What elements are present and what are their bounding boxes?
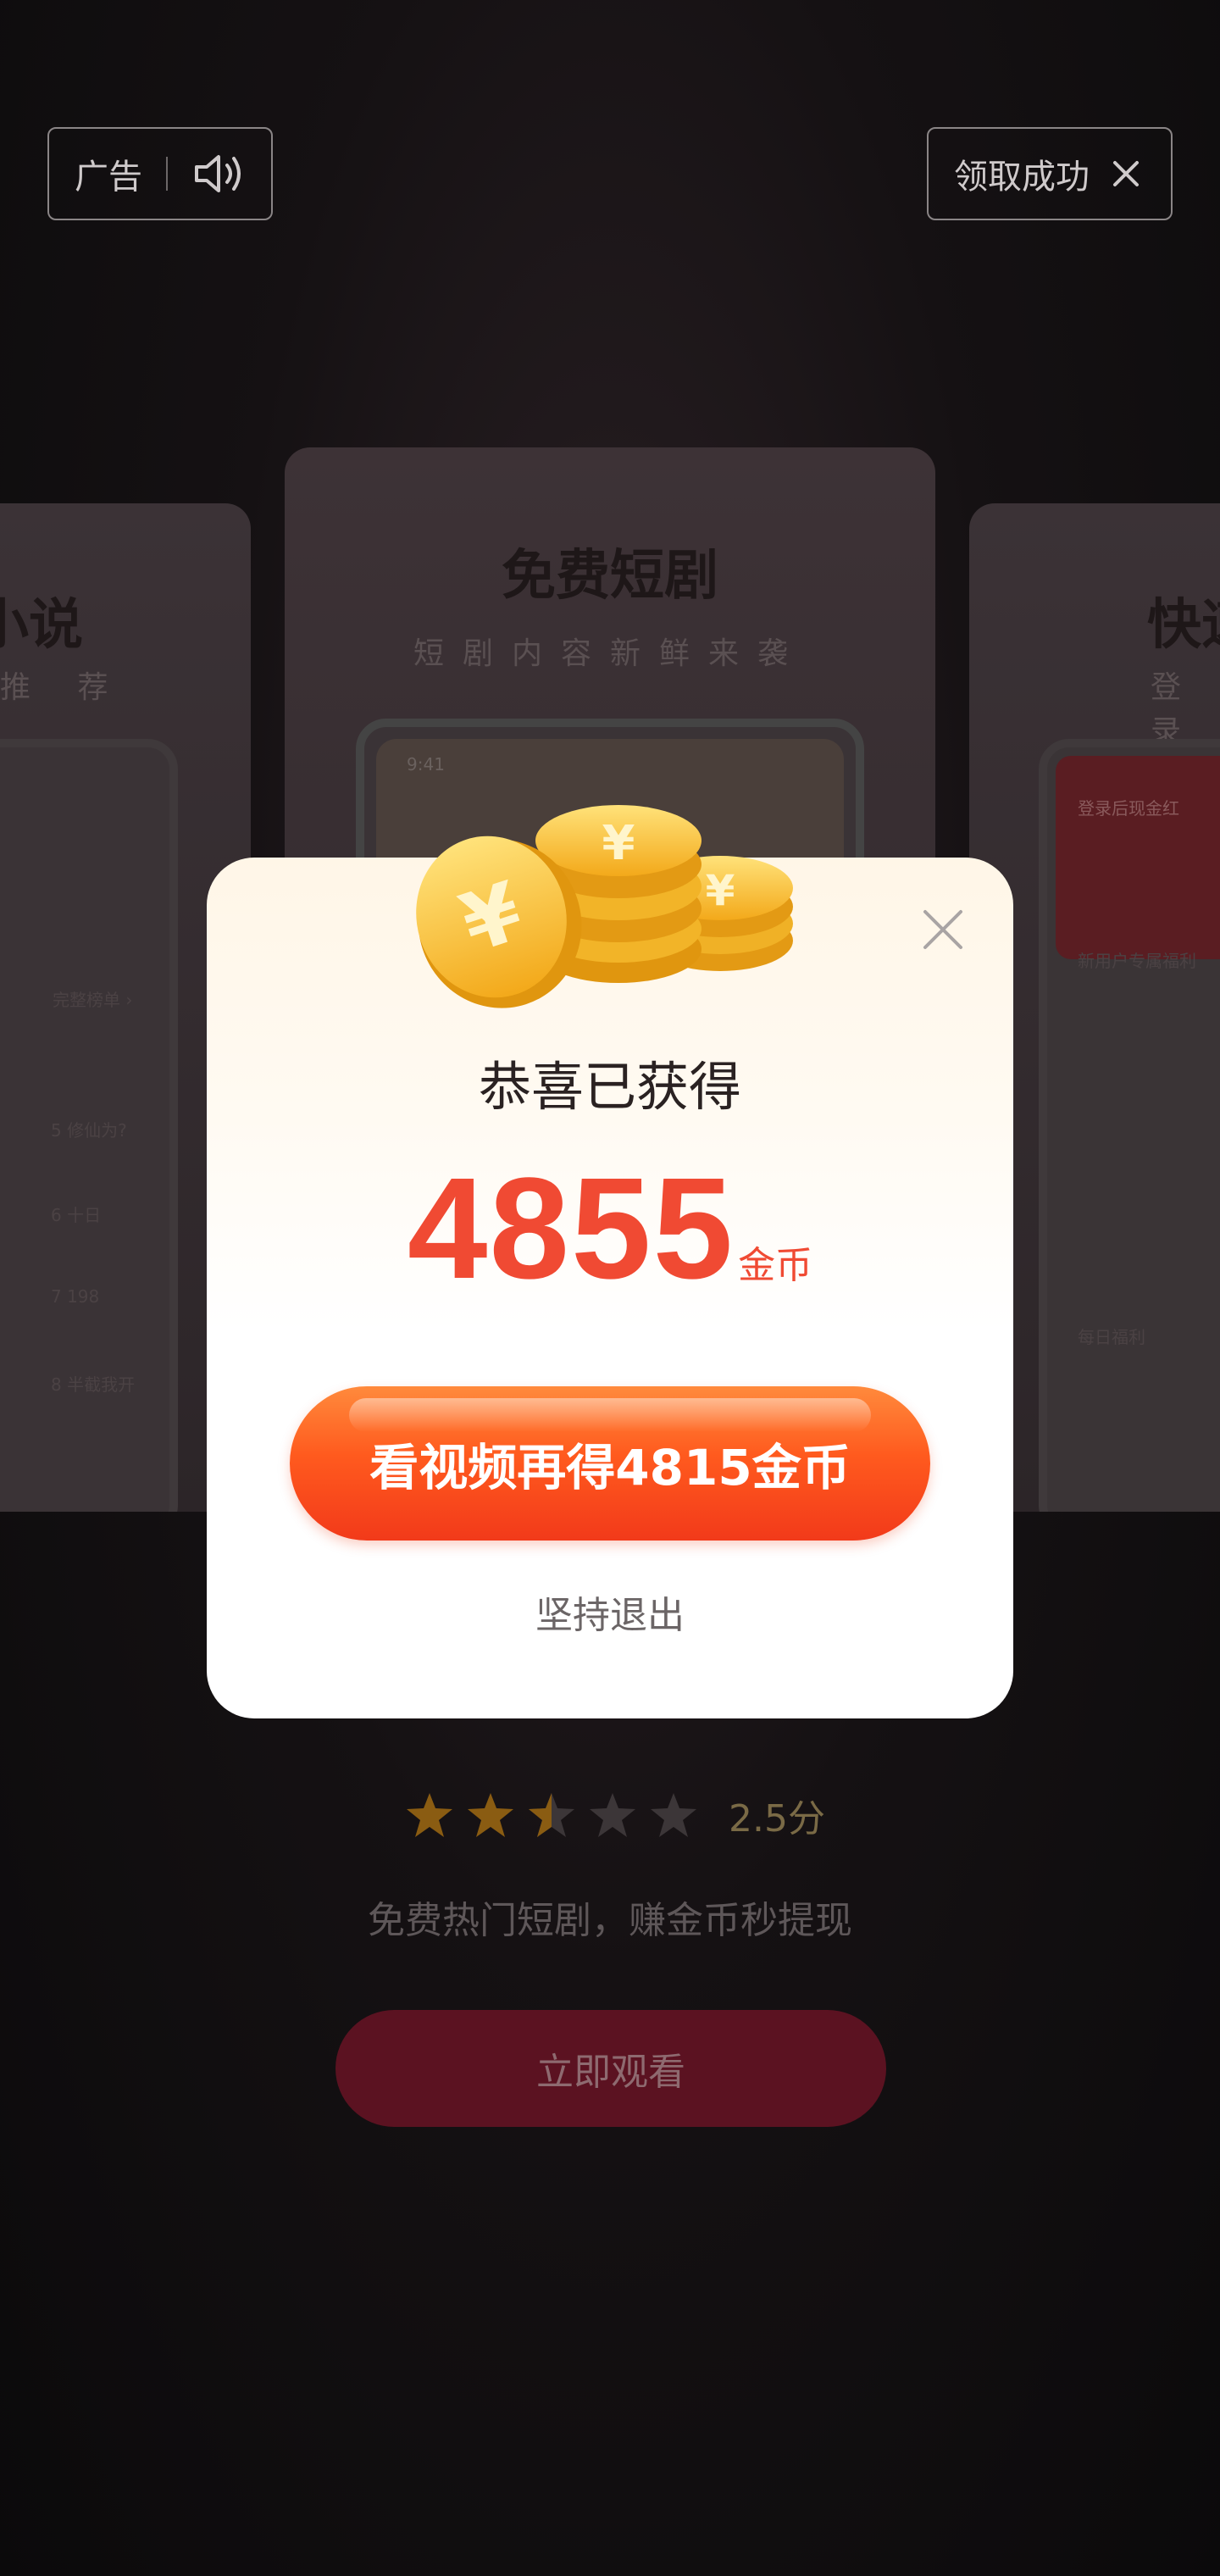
list-item: 5 修仙为? — [51, 1120, 127, 1141]
card-title: 免费短剧 — [502, 544, 718, 608]
section-title: 新用户专属福利 — [1078, 951, 1196, 971]
watch-video-bonus-button[interactable]: 看视频再得4815金币 — [290, 1386, 930, 1541]
ad-screen: 广告 领取成功 小说 推 荐 完整榜单 › 5 修仙为? 6 十日 7 198 … — [0, 0, 1220, 2576]
claim-label: 领取成功 — [954, 158, 1090, 197]
star-empty-icon — [590, 1793, 635, 1837]
star-empty-icon — [651, 1793, 696, 1837]
star-icon — [468, 1793, 513, 1837]
cta-label: 看视频再得4815金币 — [369, 1439, 851, 1496]
card-title: 小说 — [0, 593, 83, 657]
coin-amount: 4855 — [407, 1148, 735, 1309]
quit-button[interactable]: 坚持退出 — [207, 1585, 1013, 1639]
close-icon[interactable] — [1112, 159, 1140, 188]
rating-stars: 2.5分 — [405, 1788, 825, 1842]
coin-unit: 金币 — [738, 1244, 813, 1287]
divider — [166, 157, 168, 191]
star-half-icon — [529, 1793, 574, 1837]
ad-label: 广告 — [75, 158, 142, 197]
rating-score: 2.5分 — [729, 1797, 825, 1840]
card-title: 快速 — [1147, 593, 1220, 657]
phone-time: 9:41 — [407, 754, 445, 774]
svg-text:¥: ¥ — [602, 816, 635, 871]
list-item: 6 十日 — [51, 1205, 102, 1225]
gold-coins-icon: ¥ ¥ ¥ — [416, 805, 793, 1008]
card-subtitle: 登 录 — [1151, 670, 1201, 749]
star-icon — [407, 1793, 452, 1837]
list-item: 8 半截我开 — [51, 1374, 136, 1395]
ad-badge[interactable]: 广告 — [47, 127, 273, 220]
reward-amount: 4855金币 — [207, 1146, 1013, 1312]
banner-title: 登录后现金红 — [1078, 798, 1179, 819]
list-header: 完整榜单 › — [53, 990, 133, 1010]
svg-text:¥: ¥ — [706, 866, 735, 915]
card-subtitle: 短剧内容新鲜来袭 — [413, 636, 807, 671]
daily-title: 每日福利 — [1078, 1327, 1145, 1347]
phone-preview: 登录后现金红 新用户专属福利 每日福利 — [1039, 739, 1220, 1512]
login-banner — [1056, 756, 1220, 959]
close-icon[interactable] — [922, 908, 964, 951]
phone-preview: 完整榜单 › 5 修仙为? 6 十日 7 198 8 半截我开 爽文 校花 — [0, 739, 178, 1512]
claim-success-close[interactable]: 领取成功 — [927, 127, 1173, 220]
reward-dialog: ¥ ¥ ¥ 恭喜已获得 4855金币 看视频再得4815金币 坚持退出 — [207, 805, 1013, 1718]
list-item: 7 198 — [51, 1286, 100, 1307]
congrats-text: 恭喜已获得 — [478, 1056, 741, 1118]
app-tagline: 免费热门短剧，赚金币秒提现 — [368, 1899, 852, 1942]
speaker-icon[interactable] — [191, 150, 246, 197]
card-subtitle: 推 荐 — [0, 670, 127, 705]
watch-now-button[interactable]: 立即观看 — [336, 2010, 886, 2127]
